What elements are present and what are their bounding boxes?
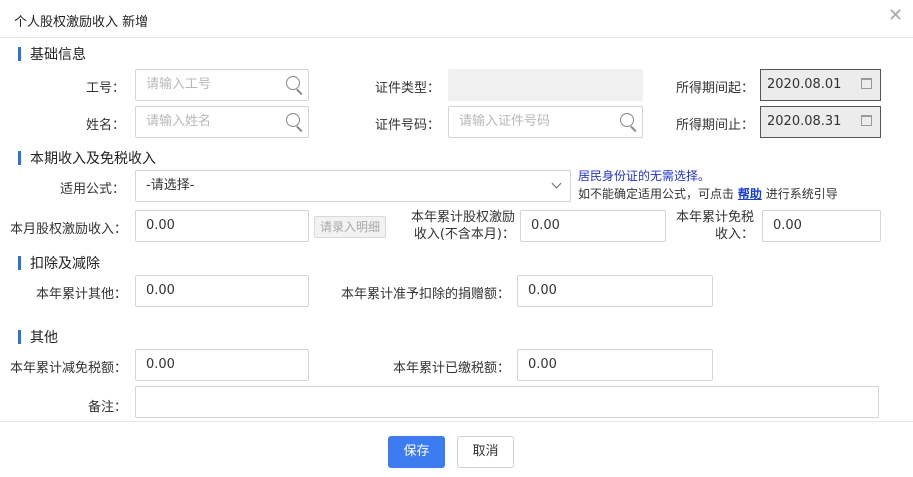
ytd-reduction-input[interactable]: 0.00 [135, 349, 309, 381]
emp-no-placeholder: 请输入工号 [146, 77, 212, 92]
section-deduction: 扣除及减除 [18, 253, 100, 273]
ytd-donation-input[interactable]: 0.00 [517, 275, 713, 307]
emp-no-input[interactable]: 请输入工号 [135, 69, 309, 101]
section-bar [18, 47, 21, 61]
calendar-icon [861, 115, 872, 126]
id-no-placeholder: 请输入证件号码 [459, 114, 551, 129]
help-suffix: 进行系统引导 [765, 187, 838, 201]
name-input[interactable]: 请输入姓名 [135, 106, 309, 138]
ytd-income-input[interactable]: 0.00 [520, 210, 666, 242]
ytd-income-label: 本年累计股权激励 收入(不含本月)： [395, 209, 515, 243]
name-label: 姓名： [85, 118, 125, 133]
header-divider [0, 37, 913, 38]
close-icon[interactable]: ✕ [888, 6, 903, 26]
ytd-paid-input[interactable]: 0.00 [517, 349, 713, 381]
ytd-income-label-line1: 本年累计股权激励 [410, 210, 515, 225]
section-title: 其他 [30, 330, 58, 346]
formula-help-note: 如不能确定适用公式，可点击 帮助 进行系统引导 [578, 185, 838, 202]
cancel-button[interactable]: 取消 [457, 436, 514, 468]
period-end-value: 2020.08.31 [767, 114, 842, 129]
section-income: 本期收入及免税收入 [18, 148, 156, 168]
period-end-field: 2020.08.31 [760, 106, 881, 138]
footer-divider [0, 421, 913, 422]
formula-selected-value: -请选择- [146, 178, 195, 193]
ytd-reduction-label: 本年累计减免税额： [9, 361, 127, 376]
id-type-field [448, 69, 643, 101]
section-bar [18, 330, 21, 344]
section-basic-info: 基础信息 [18, 44, 86, 64]
remark-label: 备注： [87, 400, 127, 415]
emp-no-label: 工号： [85, 81, 125, 96]
monthly-income-input[interactable]: 0.00 [135, 210, 309, 242]
ytd-donation-label: 本年累计准予扣除的捐赠额： [340, 287, 510, 302]
section-title: 本期收入及免税收入 [30, 151, 156, 167]
id-no-input[interactable]: 请输入证件号码 [448, 106, 643, 138]
section-title: 扣除及减除 [30, 256, 100, 272]
ytd-exempt-label-line1: 本年累计免税 [675, 210, 754, 225]
ytd-other-label: 本年累计其他： [35, 287, 127, 302]
period-start-value: 2020.08.01 [767, 77, 842, 92]
id-type-label: 证件类型： [374, 81, 440, 96]
formula-select[interactable]: -请选择- [135, 170, 571, 202]
help-link[interactable]: 帮助 [738, 187, 762, 201]
ytd-other-input[interactable]: 0.00 [135, 275, 309, 307]
monthly-income-label: 本月股权激励收入： [9, 222, 127, 237]
section-title: 基础信息 [30, 47, 86, 63]
ytd-exempt-label-line2: 收入： [714, 227, 754, 242]
remark-input[interactable] [135, 386, 879, 418]
section-bar [18, 256, 21, 270]
ytd-exempt-label: 本年累计免税 收入： [668, 209, 754, 243]
period-end-label: 所得期间止： [675, 118, 754, 133]
period-start-field: 2020.08.01 [760, 69, 881, 101]
ytd-income-label-line2: 收入(不含本月)： [413, 227, 515, 242]
chevron-down-icon [551, 178, 562, 189]
section-other: 其他 [18, 327, 58, 347]
dialog-title: 个人股权激励收入 新增 [14, 15, 149, 30]
id-no-label: 证件号码： [374, 118, 440, 133]
calendar-icon [861, 78, 872, 89]
period-start-label: 所得期间起： [675, 81, 754, 96]
formula-note-id: 居民身份证的无需选择。 [578, 169, 711, 183]
name-placeholder: 请输入姓名 [146, 114, 212, 129]
ytd-exempt-input[interactable]: 0.00 [762, 210, 881, 242]
help-prefix: 如不能确定适用公式，可点击 [578, 187, 735, 201]
enter-detail-button[interactable]: 请录入明细 [314, 216, 386, 238]
formula-label: 适用公式： [59, 182, 125, 197]
ytd-paid-label: 本年累计已缴税额： [392, 361, 510, 376]
section-bar [18, 151, 21, 165]
save-button[interactable]: 保存 [388, 436, 445, 468]
